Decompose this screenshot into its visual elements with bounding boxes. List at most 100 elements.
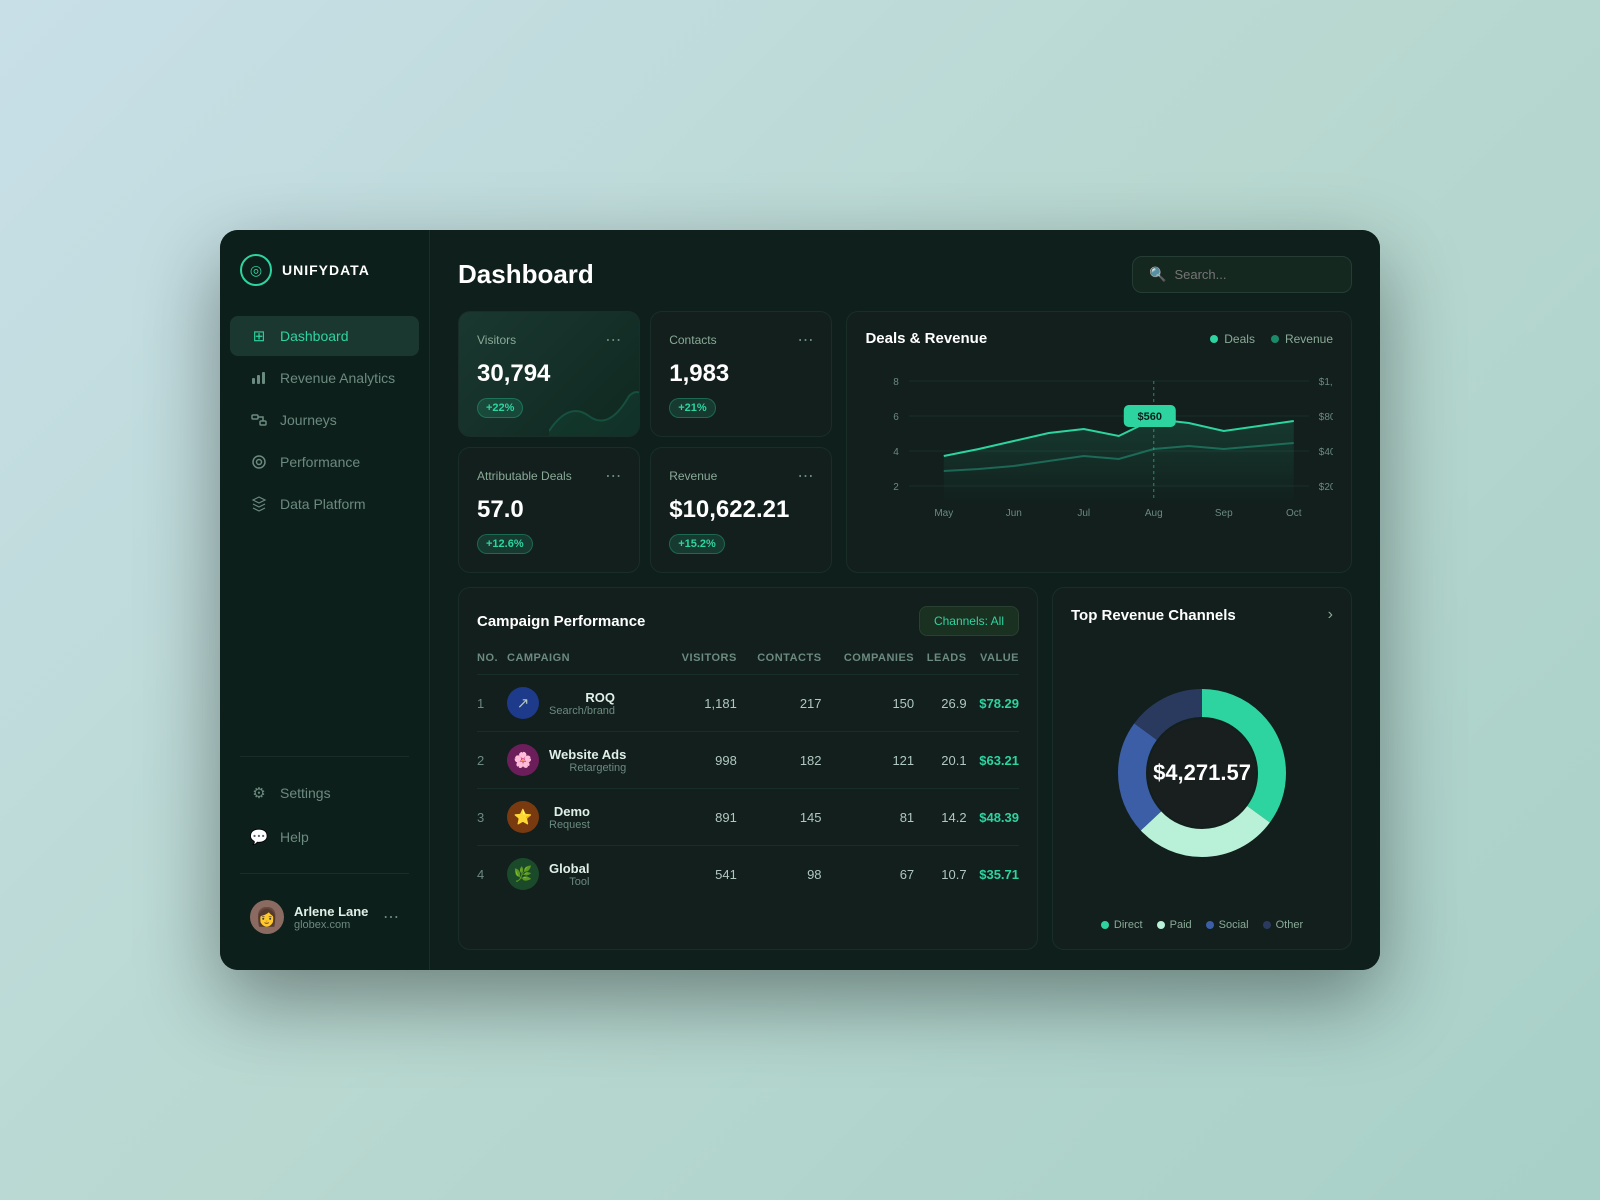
row-campaign-cell: ↗ ROQ Search/brand (507, 675, 664, 732)
campaign-name: Website Ads (549, 747, 626, 762)
visitors-menu[interactable]: ⋯ (605, 330, 621, 350)
paid-dot (1157, 921, 1165, 929)
sidebar-item-dashboard[interactable]: ⊞ Dashboard (230, 316, 419, 356)
user-menu-dots[interactable]: ⋯ (383, 907, 399, 927)
top-area: Visitors ⋯ 30,794 +22% Contacts ⋯ (430, 311, 1380, 587)
row-no: 1 (477, 675, 507, 732)
metric-card-attributable-deals: Attributable Deals ⋯ 57.0 +12.6% (458, 447, 640, 573)
other-dot (1263, 921, 1271, 929)
legend-revenue: Revenue (1271, 332, 1333, 346)
direct-label: Direct (1114, 919, 1143, 931)
nav-divider-bottom (240, 873, 409, 874)
search-icon: 🔍 (1149, 266, 1166, 283)
campaign-table-wrapper: NO. CAMPAIGN VISITORS CONTACTS COMPANIES… (477, 652, 1019, 902)
campaign-icon: ↗ (507, 687, 539, 719)
svg-text:Jun: Jun (1006, 508, 1022, 519)
donut-legend: Direct Paid Social Other (1071, 911, 1333, 931)
attributable-deals-label: Attributable Deals (477, 469, 572, 483)
contacts-badge: +21% (669, 398, 715, 418)
sidebar-item-revenue-analytics[interactable]: Revenue Analytics (230, 358, 419, 398)
donut-chart-container: $4,271.57 (1071, 634, 1333, 911)
metric-card-visitors: Visitors ⋯ 30,794 +22% (458, 311, 640, 437)
legend-direct: Direct (1101, 919, 1143, 931)
table-row: 1 ↗ ROQ Search/brand 1,181 217 150 26.9 … (477, 675, 1019, 732)
row-companies: 81 (822, 789, 915, 846)
svg-text:Oct: Oct (1286, 508, 1302, 519)
row-no: 3 (477, 789, 507, 846)
search-input[interactable] (1174, 267, 1335, 282)
sidebar-item-journeys[interactable]: Journeys (230, 400, 419, 440)
row-no: 4 (477, 846, 507, 903)
sidebar-item-data-platform[interactable]: Data Platform (230, 484, 419, 524)
campaign-name: Demo (549, 804, 590, 819)
chart-area: 8 6 4 2 $1,000 $800 $400 $200 May Jun Ju… (865, 361, 1333, 531)
bottom-area: Campaign Performance Channels: All NO. C… (430, 587, 1380, 970)
row-contacts: 98 (737, 846, 822, 903)
sidebar-item-performance[interactable]: Performance (230, 442, 419, 482)
user-area[interactable]: 👩 Arlene Lane globex.com ⋯ (230, 888, 419, 946)
campaign-name: Global (549, 861, 589, 876)
col-no: NO. (477, 652, 507, 675)
avatar: 👩 (250, 900, 284, 934)
journeys-icon (250, 411, 268, 429)
row-campaign-cell: ⭐ Demo Request (507, 789, 664, 846)
sidebar-item-help[interactable]: 💬 Help (230, 817, 419, 857)
sidebar-item-label: Journeys (280, 412, 337, 428)
app-window: ◎ UNIFYDATA ⊞ Dashboard Revenue Analytic… (220, 230, 1380, 970)
revenue-menu[interactable]: ⋯ (797, 466, 813, 486)
svg-text:May: May (935, 508, 954, 519)
deals-title: Deals & Revenue (865, 330, 987, 347)
legend-deals-label: Deals (1224, 332, 1255, 346)
legend-other: Other (1263, 919, 1304, 931)
row-visitors: 1,181 (664, 675, 737, 732)
svg-text:Jul: Jul (1078, 508, 1091, 519)
campaign-icon: ⭐ (507, 801, 539, 833)
svg-text:8: 8 (894, 377, 900, 388)
contacts-menu[interactable]: ⋯ (797, 330, 813, 350)
sidebar: ◎ UNIFYDATA ⊞ Dashboard Revenue Analytic… (220, 230, 430, 970)
campaign-sub: Request (549, 819, 590, 831)
row-contacts: 145 (737, 789, 822, 846)
svg-text:$400: $400 (1319, 447, 1333, 458)
col-visitors: VISITORS (664, 652, 737, 675)
svg-text:4: 4 (894, 447, 900, 458)
donut-center: $4,271.57 (1153, 760, 1251, 786)
revenue-value: $10,622.21 (669, 496, 813, 524)
row-campaign-cell: 🌸 Website Ads Retargeting (507, 732, 664, 789)
contacts-value: 1,983 (669, 360, 813, 388)
legend-deals-dot (1210, 335, 1218, 343)
direct-dot (1101, 921, 1109, 929)
col-leads: LEADS (914, 652, 966, 675)
row-value: $35.71 (967, 846, 1019, 903)
attributable-deals-menu[interactable]: ⋯ (605, 466, 621, 486)
attributable-deals-value: 57.0 (477, 496, 621, 524)
svg-text:$560: $560 (1138, 411, 1162, 423)
donut-total-value: $4,271.57 (1153, 760, 1251, 786)
row-visitors: 891 (664, 789, 737, 846)
main-content: Dashboard 🔍 Visitors ⋯ 30,794 +22% (430, 230, 1380, 970)
search-bar[interactable]: 🔍 (1132, 256, 1352, 293)
col-companies: COMPANIES (822, 652, 915, 675)
row-leads: 14.2 (914, 789, 966, 846)
row-value: $63.21 (967, 732, 1019, 789)
user-name: Arlene Lane (294, 904, 373, 919)
campaign-name-group: Global Tool (549, 861, 589, 888)
legend-paid: Paid (1157, 919, 1192, 931)
campaign-name-group: Website Ads Retargeting (549, 747, 626, 774)
campaign-card: Campaign Performance Channels: All NO. C… (458, 587, 1038, 950)
performance-icon (250, 453, 268, 471)
table-row: 4 🌿 Global Tool 541 98 67 10.7 $35.71 (477, 846, 1019, 903)
other-label: Other (1276, 919, 1304, 931)
row-campaign-cell: 🌿 Global Tool (507, 846, 664, 903)
row-value: $78.29 (967, 675, 1019, 732)
metric-card-revenue: Revenue ⋯ $10,622.21 +15.2% (650, 447, 832, 573)
main-header: Dashboard 🔍 (430, 230, 1380, 311)
campaign-sub: Search/brand (549, 705, 615, 717)
sidebar-item-settings[interactable]: ⚙ Settings (230, 773, 419, 813)
campaign-name: ROQ (549, 690, 615, 705)
channels-filter-button[interactable]: Channels: All (919, 606, 1019, 636)
revenue-next-arrow[interactable]: › (1328, 606, 1333, 624)
row-companies: 121 (822, 732, 915, 789)
svg-text:$200: $200 (1319, 482, 1333, 493)
row-value: $48.39 (967, 789, 1019, 846)
